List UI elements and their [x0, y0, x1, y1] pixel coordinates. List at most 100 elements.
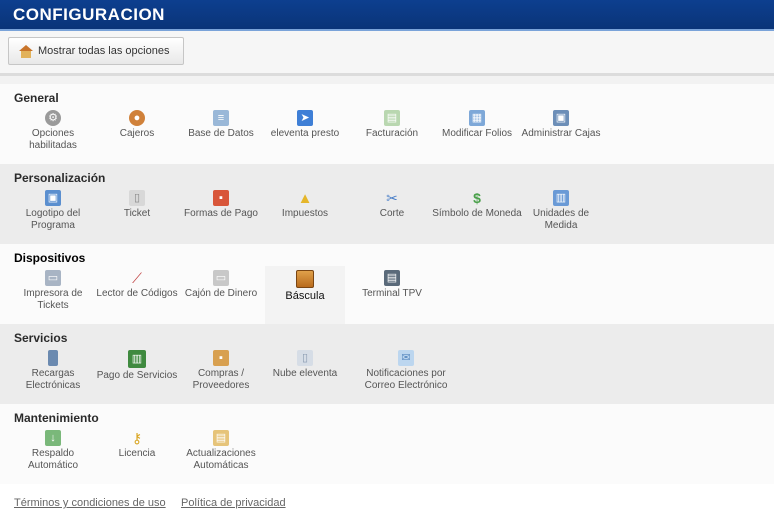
- dollar-icon: $: [473, 190, 481, 206]
- option-label: Opciones habilitadas: [29, 128, 77, 151]
- section-personalizacion: Personalización ▣ Logotipo del Programa …: [0, 164, 774, 244]
- option-logotipo[interactable]: ▣ Logotipo del Programa: [8, 190, 98, 232]
- window-title: CONFIGURACION: [13, 5, 165, 24]
- bird-icon: ➤: [297, 110, 313, 126]
- option-impresora-tickets[interactable]: ▭ Impresora de Tickets: [8, 270, 98, 312]
- ticket-icon: ▯: [129, 190, 145, 206]
- option-formas-de-pago[interactable]: ▪ Formas de Pago: [176, 190, 266, 220]
- title-bar: CONFIGURACION: [0, 0, 774, 31]
- option-label: Notificaciones por Correo Electrónico: [364, 368, 448, 391]
- option-pago-servicios[interactable]: ▥ Pago de Servicios: [92, 350, 182, 382]
- pos-terminal-icon: ▤: [384, 270, 400, 286]
- bills-icon: ▥: [128, 350, 146, 368]
- option-nube-eleventa[interactable]: ▯ Nube eleventa: [260, 350, 350, 380]
- privacy-link[interactable]: Política de privacidad: [181, 497, 286, 509]
- payment-icon: ▪: [213, 190, 229, 206]
- option-impuestos[interactable]: ▲ Impuestos: [260, 190, 350, 220]
- option-label: Recargas Electrónicas: [25, 368, 81, 391]
- option-facturacion[interactable]: ▤ Facturación: [347, 110, 437, 140]
- option-label: eleventa presto: [270, 128, 340, 139]
- option-base-de-datos[interactable]: ≡ Base de Datos: [176, 110, 266, 140]
- option-label: Administrar Cajas: [521, 128, 601, 139]
- option-simbolo-moneda[interactable]: $ Símbolo de Moneda: [432, 190, 522, 220]
- option-label: Licencia: [118, 448, 156, 459]
- key-icon: ⚷: [131, 430, 143, 446]
- option-opciones-habilitadas[interactable]: ⚙ Opciones habilitadas: [8, 110, 98, 152]
- option-label: Símbolo de Moneda: [432, 208, 522, 219]
- option-label: Respaldo Automático: [27, 448, 79, 471]
- option-unidades-medida[interactable]: ▥ Unidades de Medida: [516, 190, 606, 232]
- show-all-options-label: Mostrar todas las opciones: [38, 45, 170, 57]
- option-label: Facturación: [365, 128, 419, 139]
- section-title: Dispositivos: [14, 251, 86, 265]
- terms-link[interactable]: Términos y condiciones de uso: [14, 497, 166, 509]
- option-label: Lector de Códigos: [96, 288, 178, 299]
- option-label: Cajón de Dinero: [184, 288, 258, 299]
- option-label: Ticket: [123, 208, 151, 219]
- database-icon: ≡: [213, 110, 229, 126]
- option-compras-proveedores[interactable]: ▪ Compras / Proveedores: [176, 350, 266, 392]
- option-recargas[interactable]: Recargas Electrónicas: [8, 350, 98, 392]
- backup-icon: ↓: [45, 430, 61, 446]
- option-label: Modificar Folios: [441, 128, 513, 139]
- option-notificaciones-correo[interactable]: ✉ Notificaciones por Correo Electrónico: [356, 350, 456, 392]
- scissors-icon: ✂: [386, 190, 398, 206]
- option-lector-codigos[interactable]: ⟋ Lector de Códigos: [92, 270, 182, 300]
- option-label: Corte: [379, 208, 405, 219]
- option-terminal-tpv[interactable]: ▤ Terminal TPV: [347, 270, 437, 300]
- option-label: Báscula: [285, 290, 325, 302]
- option-eleventa-presto[interactable]: ➤ eleventa presto: [260, 110, 350, 140]
- update-icon: ▤: [213, 430, 229, 446]
- option-label: Unidades de Medida: [532, 208, 590, 231]
- section-general: General ⚙ Opciones habilitadas ● Cajeros…: [0, 84, 774, 164]
- phone-icon: [48, 350, 58, 366]
- truck-icon: ▪: [213, 350, 229, 366]
- option-respaldo-automatico[interactable]: ↓ Respaldo Automático: [8, 430, 98, 472]
- option-label: Actualizaciones Automáticas: [186, 448, 256, 471]
- option-ticket[interactable]: ▯ Ticket: [92, 190, 182, 220]
- user-icon: ●: [129, 110, 145, 126]
- option-label: Terminal TPV: [362, 288, 422, 299]
- cash-register-icon: ▣: [553, 110, 569, 126]
- section-title: General: [14, 91, 59, 105]
- warning-icon: ▲: [297, 189, 313, 207]
- option-label: Base de Datos: [188, 128, 254, 139]
- mail-icon: ✉: [398, 350, 414, 366]
- toolbar: Mostrar todas las opciones: [0, 31, 774, 76]
- footer: Términos y condiciones de uso Política d…: [0, 484, 774, 522]
- option-corte[interactable]: ✂ Corte: [347, 190, 437, 220]
- option-label: Impuestos: [281, 208, 329, 219]
- option-bascula[interactable]: Báscula: [265, 266, 345, 324]
- option-label: Pago de Servicios: [96, 370, 178, 381]
- home-icon: [19, 44, 33, 58]
- cloud-icon: ▯: [297, 350, 313, 366]
- section-title: Personalización: [14, 171, 106, 185]
- scale-icon: [296, 270, 314, 288]
- calendar-icon: ▦: [469, 110, 485, 126]
- section-title: Mantenimiento: [14, 411, 99, 425]
- section-dispositivos: Dispositivos ▭ Impresora de Tickets ⟋ Le…: [0, 244, 774, 324]
- section-mantenimiento: Mantenimiento ↓ Respaldo Automático ⚷ Li…: [0, 404, 774, 484]
- option-label: Cajeros: [119, 128, 155, 139]
- option-licencia[interactable]: ⚷ Licencia: [92, 430, 182, 460]
- option-label: Formas de Pago: [184, 208, 258, 219]
- option-label: Nube eleventa: [272, 368, 338, 379]
- section-title: Servicios: [14, 331, 68, 345]
- option-modificar-folios[interactable]: ▦ Modificar Folios: [432, 110, 522, 140]
- option-cajon-dinero[interactable]: ▭ Cajón de Dinero: [176, 270, 266, 300]
- show-all-options-button[interactable]: Mostrar todas las opciones: [8, 37, 185, 65]
- barcode-scanner-icon: ⟋: [132, 270, 142, 286]
- option-label: Impresora de Tickets: [23, 288, 83, 311]
- gear-icon: ⚙: [45, 110, 61, 126]
- option-label: Logotipo del Programa: [25, 208, 81, 231]
- printer-icon: ▭: [45, 270, 61, 286]
- option-actualizaciones[interactable]: ▤ Actualizaciones Automáticas: [176, 430, 266, 472]
- invoice-icon: ▤: [384, 110, 400, 126]
- option-cajeros[interactable]: ● Cajeros: [92, 110, 182, 140]
- option-label: Compras / Proveedores: [192, 368, 250, 391]
- option-administrar-cajas[interactable]: ▣ Administrar Cajas: [516, 110, 606, 140]
- cash-drawer-icon: ▭: [213, 270, 229, 286]
- image-icon: ▣: [45, 190, 61, 206]
- units-icon: ▥: [553, 190, 569, 206]
- section-servicios: Servicios Recargas Electrónicas ▥ Pago d…: [0, 324, 774, 404]
